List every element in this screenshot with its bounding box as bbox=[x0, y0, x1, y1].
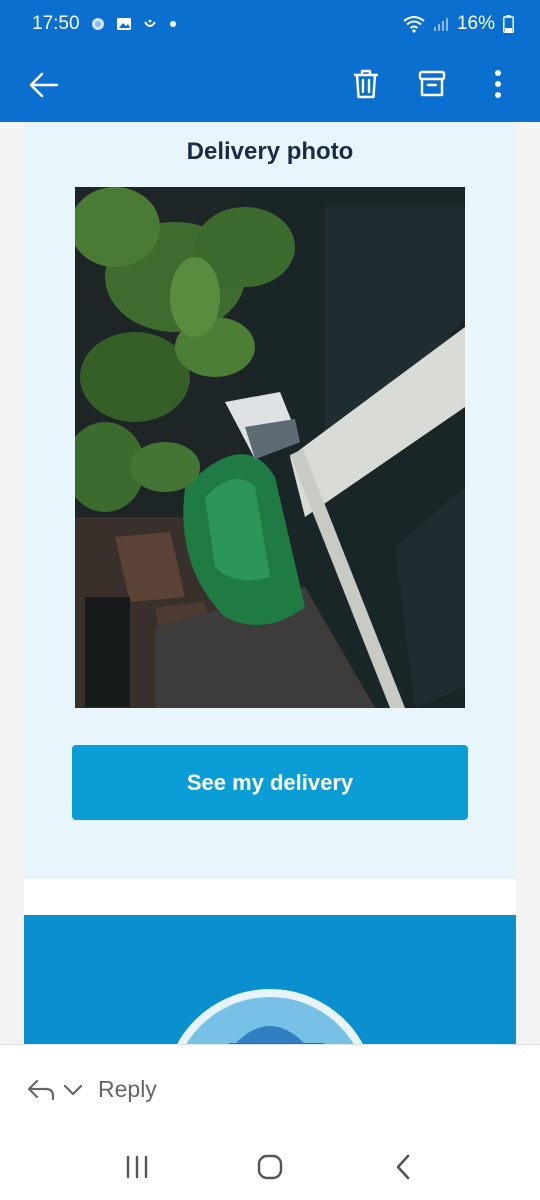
battery-icon bbox=[503, 15, 514, 33]
settings-dot-icon bbox=[90, 16, 106, 32]
battery-percent: 16% bbox=[456, 13, 495, 34]
system-back-button[interactable] bbox=[373, 1142, 433, 1192]
chevron-down-icon bbox=[63, 1084, 83, 1095]
wifi-icon bbox=[403, 15, 425, 33]
trash-icon bbox=[354, 69, 378, 99]
reply-options-toggle[interactable] bbox=[26, 1078, 84, 1102]
more-options-button[interactable] bbox=[474, 60, 522, 108]
courier-banner bbox=[24, 915, 516, 1044]
courier-avatar-illustration bbox=[177, 989, 363, 1044]
app-bar-actions bbox=[324, 60, 522, 108]
notification-dot-icon bbox=[168, 19, 178, 29]
email-content[interactable]: Delivery photo See my delivery bbox=[0, 122, 540, 1044]
status-time: 17:50 bbox=[32, 13, 80, 34]
home-button[interactable] bbox=[240, 1142, 300, 1192]
reply-bar: Reply bbox=[0, 1044, 540, 1134]
status-bar: 17:50 16% bbox=[0, 0, 540, 48]
reply-button[interactable]: Reply bbox=[98, 1076, 157, 1103]
signal-icon bbox=[433, 16, 449, 32]
arrow-left-icon bbox=[29, 72, 59, 98]
delivery-photo-image bbox=[75, 187, 465, 708]
see-my-delivery-button[interactable]: See my delivery bbox=[72, 745, 468, 820]
recent-apps-icon bbox=[126, 1155, 147, 1179]
back-button[interactable] bbox=[24, 65, 64, 105]
delete-button[interactable] bbox=[342, 60, 390, 108]
delivery-photo[interactable] bbox=[75, 187, 465, 708]
smile-icon bbox=[142, 16, 158, 32]
delivery-photo-title: Delivery photo bbox=[186, 138, 354, 165]
back-chevron-icon bbox=[397, 1154, 410, 1180]
gallery-icon bbox=[116, 16, 132, 32]
status-left: 17:50 bbox=[32, 13, 178, 35]
home-icon bbox=[257, 1154, 283, 1180]
archive-button[interactable] bbox=[408, 60, 456, 108]
status-right: 16% bbox=[403, 13, 514, 35]
archive-icon bbox=[418, 70, 446, 97]
delivery-photo-card: Delivery photo See my delivery bbox=[24, 122, 516, 879]
recent-apps-button[interactable] bbox=[107, 1142, 167, 1192]
more-vertical-icon bbox=[495, 70, 501, 98]
reply-arrow-icon bbox=[27, 1079, 55, 1100]
system-nav-bar bbox=[0, 1134, 540, 1200]
section-divider bbox=[24, 879, 516, 915]
app-bar bbox=[0, 48, 540, 122]
